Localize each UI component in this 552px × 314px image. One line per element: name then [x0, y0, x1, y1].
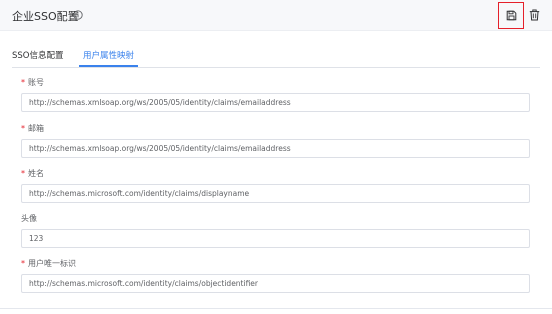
field-label-name: * 姓名	[21, 169, 44, 178]
avatar-field[interactable]: 123	[21, 229, 530, 248]
email-field[interactable]: http://schemas.xmlsoap.org/ws/2005/05/id…	[21, 139, 530, 158]
save-button[interactable]	[498, 2, 524, 29]
bottom-divider	[0, 308, 552, 309]
unique-id-field[interactable]: http://schemas.microsoft.com/identity/cl…	[21, 274, 530, 293]
field-label-email: * 邮箱	[21, 124, 44, 133]
save-icon	[506, 10, 516, 21]
tab-bar: SSO信息配置 用户属性映射	[12, 40, 540, 68]
field-label-account: * 账号	[21, 78, 44, 87]
sso-config-page: 企业SSO配置 SSO信息配置 用户属性映射 * 账号 http://schem…	[0, 0, 552, 314]
required-asterisk: *	[21, 78, 25, 87]
page-header: 企业SSO配置	[0, 0, 552, 31]
tab-user-attribute-mapping[interactable]: 用户属性映射	[83, 49, 134, 61]
required-asterisk: *	[21, 169, 25, 178]
page-title: 企业SSO配置	[12, 10, 79, 23]
account-field[interactable]: http://schemas.xmlsoap.org/ws/2005/05/id…	[21, 93, 530, 112]
active-tab-indicator	[79, 65, 138, 67]
tab-sso-info[interactable]: SSO信息配置	[12, 49, 63, 61]
info-circle-icon[interactable]	[73, 10, 83, 20]
delete-button[interactable]	[527, 6, 541, 24]
required-asterisk: *	[21, 124, 25, 133]
name-field[interactable]: http://schemas.microsoft.com/identity/cl…	[21, 184, 530, 203]
required-asterisk: *	[21, 259, 25, 268]
field-label-unique-id: * 用户唯一标识	[21, 259, 76, 268]
field-label-avatar: 头像	[21, 214, 37, 223]
trash-icon	[529, 9, 539, 21]
